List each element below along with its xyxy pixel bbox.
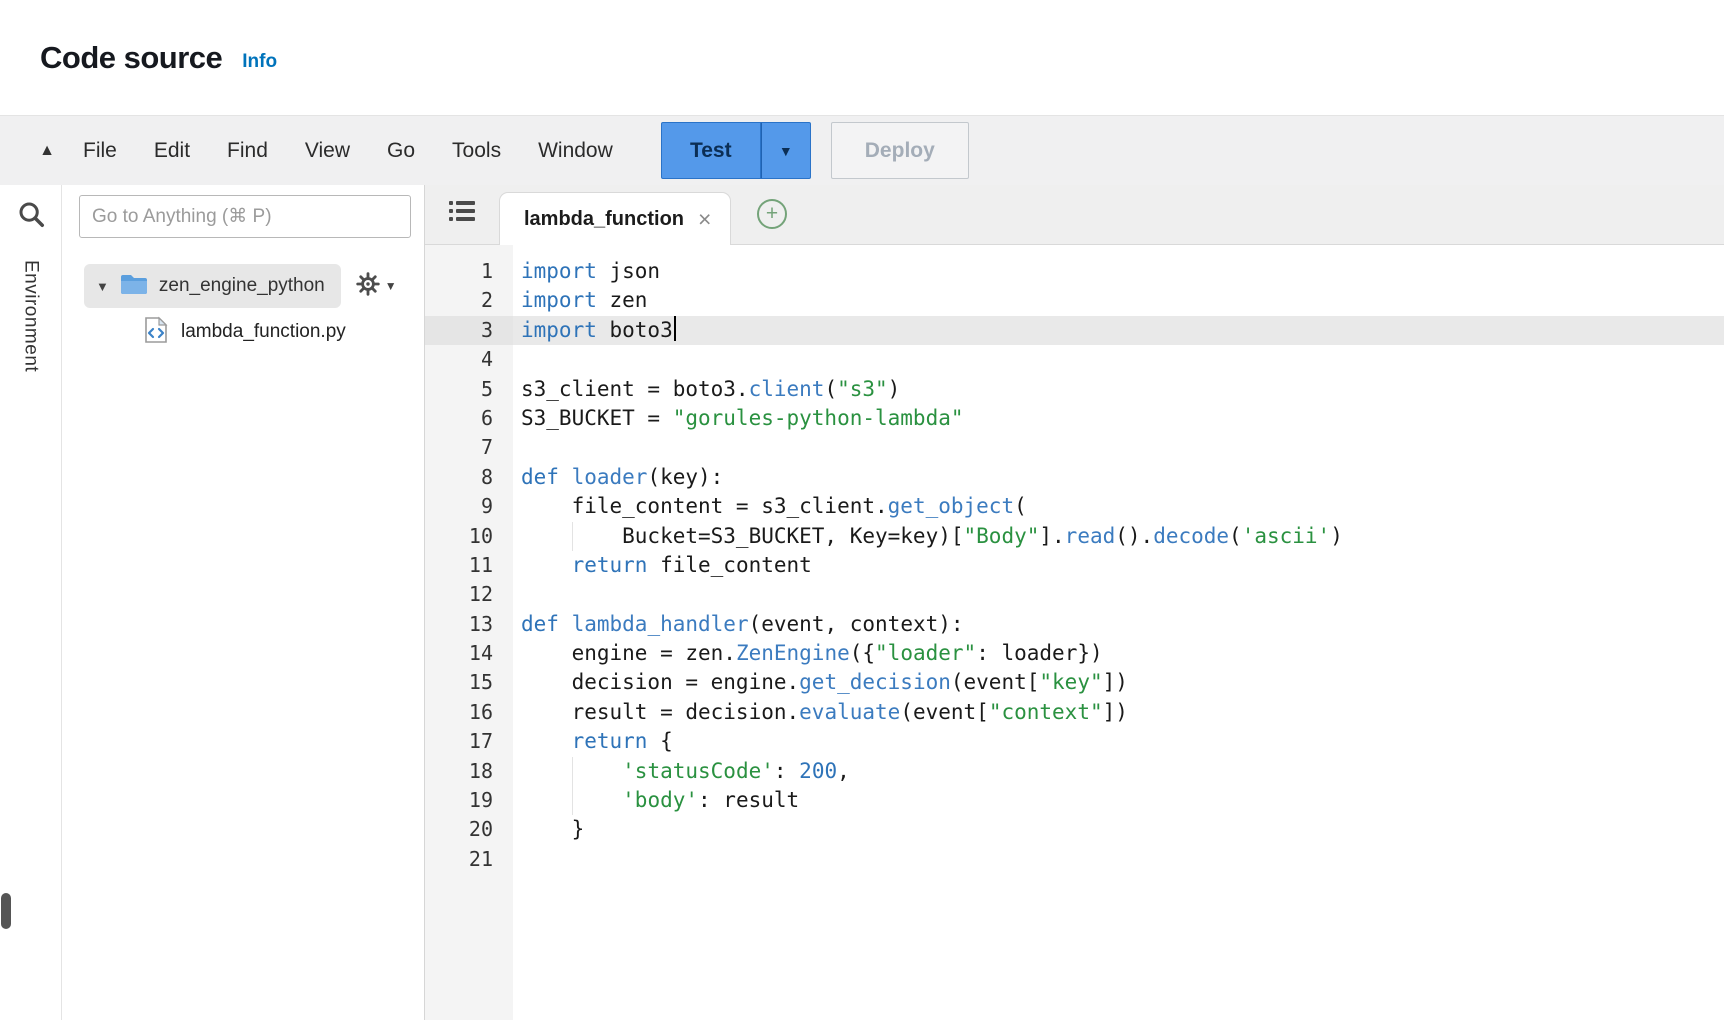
code-line[interactable] [513, 433, 1724, 462]
lambda-code-editor: Code source Info ▲ File Edit Find View G… [0, 0, 1724, 1020]
goto-anything-input[interactable] [79, 195, 411, 238]
line-number: 1 [425, 257, 513, 286]
search-icon[interactable] [16, 199, 46, 234]
environment-sidebar-label[interactable]: Environment [20, 260, 42, 372]
code-line[interactable]: } [513, 815, 1724, 844]
menu-find[interactable]: Find [212, 129, 283, 173]
line-number: 10 [425, 522, 513, 551]
folder-expand-caret-icon[interactable]: ▼ [96, 279, 109, 294]
code-file-icon [144, 316, 168, 349]
tab-strip: lambda_function × + [425, 185, 1724, 245]
info-link[interactable]: Info [242, 51, 277, 73]
code-line[interactable]: S3_BUCKET = "gorules-python-lambda" [513, 404, 1724, 433]
line-number: 3 [425, 316, 513, 345]
test-split-button: Test ▼ [661, 122, 811, 179]
header: Code source Info [0, 0, 1724, 115]
scrollbar-thumb[interactable] [1, 893, 11, 929]
line-number: 8 [425, 463, 513, 492]
file-row-lambda-function[interactable]: lambda_function.py [144, 312, 424, 352]
test-dropdown-button[interactable]: ▼ [761, 122, 811, 179]
tab-title: lambda_function [524, 208, 684, 231]
test-button[interactable]: Test [661, 122, 761, 179]
page-title: Code source [40, 40, 222, 76]
line-number: 16 [425, 698, 513, 727]
code-line[interactable]: result = decision.evaluate(event["contex… [513, 698, 1724, 727]
gear-icon [355, 271, 381, 302]
code-line[interactable] [513, 580, 1724, 609]
menu-go[interactable]: Go [372, 129, 430, 173]
folder-name: zen_engine_python [159, 275, 325, 297]
code-line[interactable]: import zen [513, 286, 1724, 315]
deploy-button[interactable]: Deploy [831, 122, 969, 179]
line-number: 21 [425, 845, 513, 874]
code-line[interactable]: engine = zen.ZenEngine({"loader": loader… [513, 639, 1724, 668]
menu-file[interactable]: File [68, 129, 132, 173]
plus-icon: + [766, 202, 778, 226]
code-line[interactable]: Bucket=S3_BUCKET, Key=key)["Body"].read(… [513, 522, 1724, 551]
chevron-down-icon: ▼ [385, 279, 397, 293]
code-line[interactable]: 'statusCode': 200, [513, 757, 1724, 786]
code-line[interactable]: return { [513, 727, 1724, 756]
menu-view[interactable]: View [290, 129, 365, 173]
code-lines[interactable]: import jsonimport zenimport boto3 s3_clie… [513, 245, 1724, 1020]
code-line[interactable]: file_content = s3_client.get_object( [513, 492, 1724, 521]
chevron-down-icon: ▼ [779, 143, 793, 159]
code-line[interactable]: decision = engine.get_decision(event["ke… [513, 668, 1724, 697]
line-number: 6 [425, 404, 513, 433]
code-line[interactable]: s3_client = boto3.client("s3") [513, 375, 1724, 404]
code-line[interactable]: 'body': result [513, 786, 1724, 815]
line-number: 4 [425, 345, 513, 374]
line-number: 14 [425, 639, 513, 668]
line-number: 15 [425, 668, 513, 697]
folder-settings-button[interactable]: ▼ [355, 271, 397, 302]
collapse-panel-icon[interactable]: ▲ [26, 142, 68, 160]
line-number: 5 [425, 375, 513, 404]
workspace: Environment ▼ zen_engine_python [0, 185, 1724, 1020]
folder-row-zen-engine-python[interactable]: ▼ zen_engine_python [84, 264, 341, 308]
gutter: 123456789101112131415161718192021 [425, 245, 513, 1020]
code-editor: 123456789101112131415161718192021 import… [425, 245, 1724, 1020]
text-cursor [674, 316, 676, 341]
folder-icon [120, 273, 148, 300]
line-number: 18 [425, 757, 513, 786]
code-line[interactable]: import json [513, 257, 1724, 286]
indent-guide [572, 522, 573, 551]
open-files-list-icon[interactable] [447, 198, 477, 229]
line-number: 11 [425, 551, 513, 580]
file-tree: ▼ zen_engine_python ▼ [62, 264, 424, 352]
tab-lambda-function[interactable]: lambda_function × [499, 192, 731, 245]
indent-guide [572, 786, 573, 815]
code-line[interactable]: import boto3 [513, 316, 1724, 345]
new-tab-button[interactable]: + [757, 199, 787, 229]
code-line[interactable] [513, 345, 1724, 374]
file-explorer: ▼ zen_engine_python ▼ [62, 185, 425, 1020]
line-number: 20 [425, 815, 513, 844]
indent-guide [572, 757, 573, 786]
line-number: 19 [425, 786, 513, 815]
line-number: 13 [425, 610, 513, 639]
menubar: ▲ File Edit Find View Go Tools Window Te… [0, 115, 1724, 185]
line-number: 12 [425, 580, 513, 609]
code-line[interactable]: def lambda_handler(event, context): [513, 610, 1724, 639]
line-number: 9 [425, 492, 513, 521]
menu-edit[interactable]: Edit [139, 129, 205, 173]
line-number: 17 [425, 727, 513, 756]
close-icon[interactable]: × [698, 208, 711, 231]
editor-pane: lambda_function × + 12345678910111213141… [425, 185, 1724, 1020]
line-number: 7 [425, 433, 513, 462]
line-number: 2 [425, 286, 513, 315]
tree-row: ▼ zen_engine_python ▼ [84, 264, 424, 308]
code-line[interactable] [513, 845, 1724, 874]
file-name: lambda_function.py [181, 321, 346, 343]
menu-window[interactable]: Window [523, 129, 628, 173]
code-line[interactable]: def loader(key): [513, 463, 1724, 492]
code-line[interactable]: return file_content [513, 551, 1724, 580]
menu-tools[interactable]: Tools [437, 129, 516, 173]
